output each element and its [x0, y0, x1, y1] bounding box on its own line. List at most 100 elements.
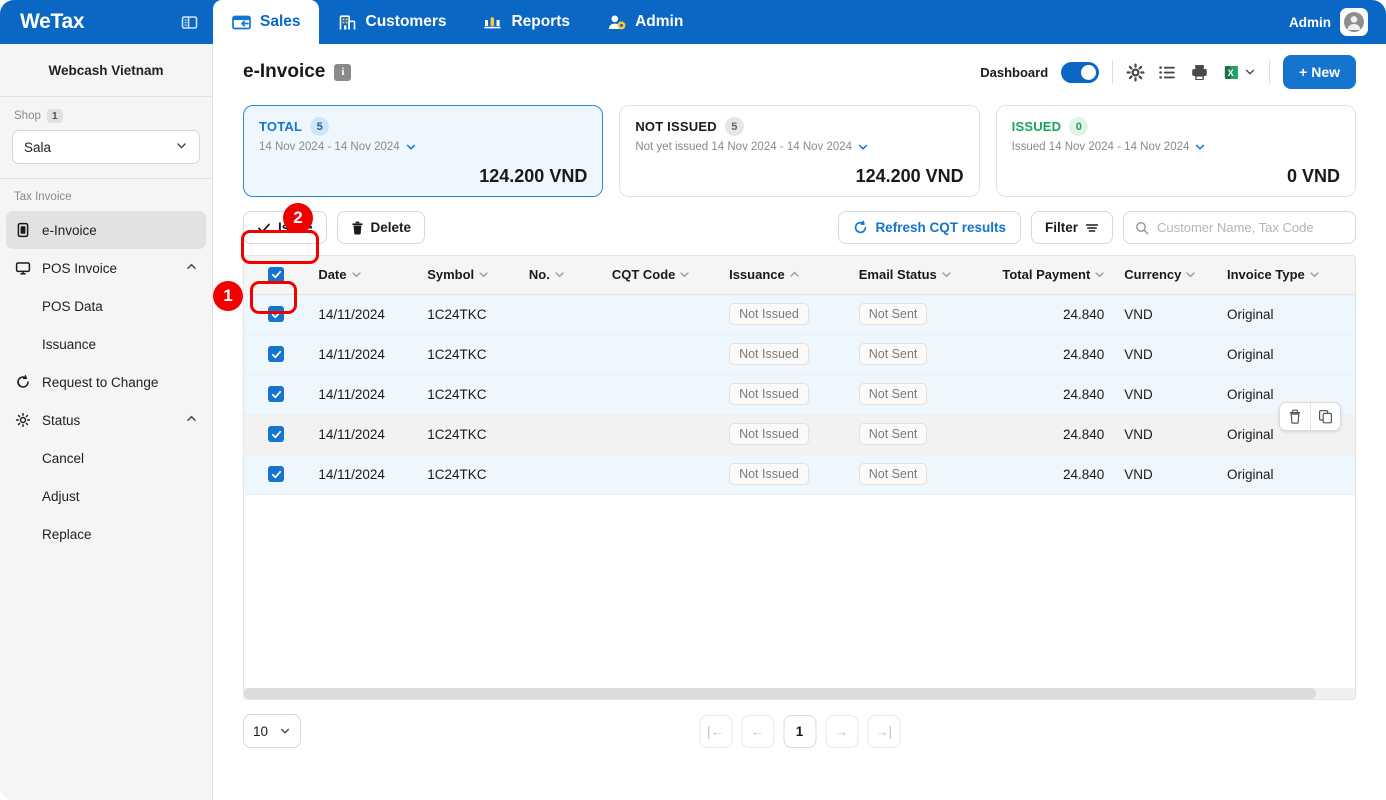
column-invoice-type[interactable]: Invoice Type: [1216, 256, 1355, 295]
sort-desc-icon: [351, 272, 361, 278]
sidebar-item-pos-data[interactable]: POS Data: [6, 287, 206, 325]
chevron-down-icon: [1246, 69, 1255, 75]
refresh-circle-icon: [14, 374, 31, 390]
tab-label: Admin: [635, 13, 684, 30]
toolbar-left: Issue Delete: [243, 211, 426, 244]
sidebar-item-replace[interactable]: Replace: [6, 515, 206, 553]
card-date-range[interactable]: 14 Nov 2024 - 14 Nov 2024: [259, 141, 587, 153]
table-row[interactable]: 14/11/2024 1C24TKC Not Issued Not Sent 2…: [244, 414, 1355, 455]
issue-button[interactable]: Issue: [243, 211, 327, 244]
chevron-down-icon: [175, 139, 188, 155]
select-all-wrap: [254, 266, 298, 283]
summary-card-total[interactable]: TOTAL 5 14 Nov 2024 - 14 Nov 2024 124.20…: [243, 105, 604, 197]
column-issuance[interactable]: Issuance: [719, 256, 849, 295]
sidebar-item-label: Cancel: [42, 450, 85, 466]
new-button[interactable]: + New: [1283, 55, 1356, 89]
column-no[interactable]: No.: [518, 256, 602, 295]
column-cqt-code[interactable]: CQT Code: [601, 256, 720, 295]
row-delete-icon[interactable]: [1280, 403, 1310, 430]
tab-admin[interactable]: Admin: [588, 0, 701, 44]
page-title-wrap: e-Invoice i: [243, 61, 352, 83]
cell-total-payment: 24.840: [973, 414, 1115, 455]
column-select-all: [244, 256, 309, 295]
cell-issuance: Not Issued: [719, 294, 849, 335]
cell-no: [518, 414, 602, 455]
sidebar-item-status[interactable]: Status: [6, 401, 206, 439]
page-size-select[interactable]: 10: [243, 714, 301, 748]
cell-date: 14/11/2024: [308, 334, 418, 375]
sidebar-item-cancel[interactable]: Cancel: [6, 439, 206, 477]
card-date-range[interactable]: Issued 14 Nov 2024 - 14 Nov 2024: [1012, 141, 1340, 153]
excel-export-button[interactable]: X: [1222, 63, 1256, 82]
cell-email-status: Not Sent: [848, 414, 974, 455]
refresh-cqt-button[interactable]: Refresh CQT results: [838, 211, 1021, 244]
table-row[interactable]: 14/11/2024 1C24TKC Not Issued Not Sent 2…: [244, 334, 1355, 375]
header-controls: Dashboard X + New: [980, 55, 1356, 89]
gear-icon[interactable]: [1126, 62, 1145, 82]
sidebar-item-label: e-Invoice: [42, 222, 97, 238]
column-email-status[interactable]: Email Status: [848, 256, 974, 295]
panel-toggle-icon[interactable]: [180, 13, 199, 32]
table-row[interactable]: 14/11/2024 1C24TKC Not Issued Not Sent 2…: [244, 294, 1355, 335]
shop-select-value: Sala: [24, 139, 52, 155]
user-avatar-icon[interactable]: [1340, 8, 1368, 36]
filter-icon: [1085, 223, 1099, 232]
search-input[interactable]: [1157, 220, 1344, 235]
row-checkbox[interactable]: [268, 386, 285, 403]
refresh-button-label: Refresh CQT results: [875, 220, 1006, 235]
next-page-button[interactable]: →: [825, 714, 858, 748]
table-row[interactable]: 14/11/2024 1C24TKC Not Issued Not Sent 2…: [244, 454, 1355, 495]
cell-currency: VND: [1114, 334, 1217, 375]
tab-reports[interactable]: Reports: [464, 0, 588, 44]
search-box[interactable]: [1123, 211, 1356, 244]
cell-email-status: Not Sent: [848, 294, 974, 335]
sidebar-item-label: Status: [42, 412, 81, 428]
delete-button[interactable]: Delete: [336, 211, 426, 244]
card-header: NOT ISSUED 5: [635, 117, 963, 136]
sidebar-item-adjust[interactable]: Adjust: [6, 477, 206, 515]
summary-card-not-issued[interactable]: NOT ISSUED 5 Not yet issued 14 Nov 2024 …: [619, 105, 980, 197]
column-date[interactable]: Date: [308, 256, 418, 295]
tab-customers[interactable]: Customers: [319, 0, 465, 44]
summary-card-issued[interactable]: ISSUED 0 Issued 14 Nov 2024 - 14 Nov 202…: [995, 105, 1356, 197]
row-checkbox[interactable]: [268, 346, 285, 363]
sidebar-item-issuance[interactable]: Issuance: [6, 325, 206, 363]
page-1-button[interactable]: 1: [783, 714, 816, 748]
cell-total-payment: 24.840: [973, 454, 1115, 495]
gear-icon: [14, 412, 31, 428]
card-header: TOTAL 5: [259, 117, 587, 136]
list-icon[interactable]: [1158, 63, 1177, 82]
last-page-button[interactable]: →|: [867, 714, 900, 748]
table-header: Date Symbol No. CQT Code Issuance Email …: [244, 256, 1355, 295]
row-copy-icon[interactable]: [1310, 403, 1340, 430]
column-total-payment[interactable]: Total Payment: [973, 256, 1115, 295]
app-window: WeTax Sales Customers Reports Admin Admi…: [0, 0, 1386, 800]
sidebar-item-pos-invoice[interactable]: POS Invoice: [6, 249, 206, 287]
table-row[interactable]: 14/11/2024 1C24TKC Not Issued Not Sent 2…: [244, 374, 1355, 415]
user-zone[interactable]: Admin: [1289, 0, 1386, 44]
sidebar-item-e-invoice[interactable]: e-Invoice: [6, 211, 206, 249]
table-horizontal-scrollbar[interactable]: [244, 688, 1355, 699]
status-badge: Not Sent: [858, 463, 928, 485]
first-page-button[interactable]: |←: [699, 714, 732, 748]
print-icon[interactable]: [1190, 63, 1209, 82]
row-select-cell: [244, 294, 309, 335]
prev-page-button[interactable]: ←: [741, 714, 774, 748]
row-checkbox[interactable]: [268, 306, 285, 323]
scrollbar-thumb[interactable]: [244, 688, 1317, 699]
info-icon[interactable]: i: [334, 63, 352, 81]
column-currency[interactable]: Currency: [1114, 256, 1217, 295]
column-label: Date: [318, 267, 347, 283]
row-checkbox[interactable]: [268, 466, 285, 483]
select-all-checkbox[interactable]: [268, 266, 285, 283]
sidebar-item-request-to-change[interactable]: Request to Change: [6, 363, 206, 401]
row-checkbox[interactable]: [268, 426, 285, 443]
shop-select[interactable]: Sala: [12, 130, 200, 164]
card-date-range[interactable]: Not yet issued 14 Nov 2024 - 14 Nov 2024: [635, 141, 963, 153]
tab-sales[interactable]: Sales: [213, 0, 319, 44]
cell-issuance: Not Issued: [719, 414, 849, 455]
dashboard-toggle[interactable]: [1061, 61, 1100, 83]
dashboard-label: Dashboard: [980, 64, 1049, 80]
filter-button[interactable]: Filter: [1030, 211, 1113, 244]
column-symbol[interactable]: Symbol: [417, 256, 519, 295]
